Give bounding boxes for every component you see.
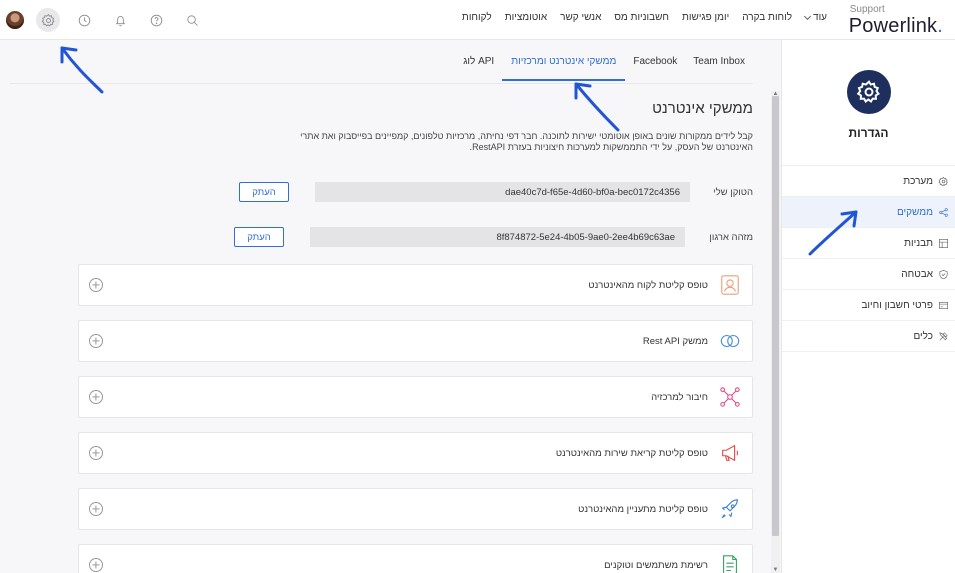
sidebar-item-label: אבטחה xyxy=(901,268,933,280)
card-content: ממשק Rest API xyxy=(643,329,742,353)
tab-api-log[interactable]: לוג API xyxy=(455,48,502,81)
nav-item-automations[interactable]: אוטומציות xyxy=(505,12,547,23)
card-label: טופס קליטת לקוח מהאינטרנט xyxy=(588,279,708,291)
api-link-icon xyxy=(718,329,742,353)
tab-facebook[interactable]: Facebook xyxy=(625,48,685,81)
card-label: טופס קליטת מתעניין מהאינטרנט xyxy=(578,503,708,515)
shield-icon xyxy=(939,269,948,279)
org-id-value[interactable]: 8f874872-5e24-4b05-9ae0-2ee4b69c63ae xyxy=(310,227,685,247)
card-service-form[interactable]: טופס קליטת קריאת שירות מהאינטרנט xyxy=(78,432,753,474)
top-bar: לקוחות אוטומציות אנשי קשר חשבוניות מס יו… xyxy=(0,0,955,40)
top-icons xyxy=(6,8,204,32)
plus-circle-icon[interactable] xyxy=(89,278,103,292)
sidebar-item-label: תבניות xyxy=(904,237,933,249)
brand-logo[interactable]: Support Powerlink. xyxy=(849,4,943,37)
sidebar-item-templates[interactable]: תבניות xyxy=(782,228,955,259)
plus-circle-icon[interactable] xyxy=(89,334,103,348)
tab-team-inbox[interactable]: Team Inbox xyxy=(685,48,753,81)
main-content: Team Inbox Facebook ממשקי אינטרנט ומרכזי… xyxy=(0,40,781,573)
gear-icon xyxy=(938,176,948,186)
sidebar-item-tools[interactable]: כלים xyxy=(782,321,955,352)
card-content: רשימת משתמשים וטוקנים xyxy=(604,553,742,573)
card-content: חיבור למרכזיה xyxy=(651,385,742,409)
settings-gear-icon xyxy=(846,70,891,114)
plus-circle-icon[interactable] xyxy=(89,558,103,572)
section-title: ממשקי אינטרנט xyxy=(652,100,753,117)
logo-dot: . xyxy=(937,15,943,37)
copy-org-id-button[interactable]: העתק xyxy=(234,227,284,247)
card-label: חיבור למרכזיה xyxy=(651,391,708,403)
plus-circle-icon[interactable] xyxy=(89,502,103,516)
network-hub-icon xyxy=(718,385,742,409)
megaphone-icon xyxy=(718,441,742,465)
tabs: Team Inbox Facebook ממשקי אינטרנט ומרכזי… xyxy=(455,48,753,81)
bell-icon[interactable] xyxy=(108,8,132,32)
logo-name: Powerlink xyxy=(848,15,938,37)
nav-item-customers[interactable]: לקוחות xyxy=(462,12,492,23)
plus-circle-icon[interactable] xyxy=(89,390,103,404)
help-icon[interactable] xyxy=(144,8,168,32)
card-label: רשימת משתמשים וטוקנים xyxy=(604,559,708,571)
card-customer-form[interactable]: טופס קליטת לקוח מהאינטרנט xyxy=(78,264,753,306)
sidebar-item-label: מערכת xyxy=(903,175,933,187)
tab-web-interfaces[interactable]: ממשקי אינטרנט ומרכזיות xyxy=(502,48,626,81)
sidebar-item-billing[interactable]: פרטי חשבון וחיוב xyxy=(782,290,955,321)
token-value[interactable]: dae40c7d-f65e-4d60-bf0a-bec0172c4356 xyxy=(315,182,690,202)
nav-item-calendar[interactable]: יומן פגישות xyxy=(682,12,729,23)
tabs-divider xyxy=(10,83,753,84)
section-description: קבל לידים ממקורות שונים באופן אוטומטי יש… xyxy=(300,131,753,152)
chevron-down-icon xyxy=(803,12,812,20)
org-id-row: מזהה ארגון 8f874872-5e24-4b05-9ae0-2ee4b… xyxy=(234,227,753,247)
nav-item-more[interactable]: עוד xyxy=(803,12,827,23)
card-rest-api[interactable]: ממשק Rest API xyxy=(78,320,753,362)
nav-item-dashboards[interactable]: לוחות בקרה xyxy=(742,12,792,23)
sidebar-item-security[interactable]: אבטחה xyxy=(782,259,955,290)
token-label: הטוקן שלי xyxy=(713,186,753,198)
rocket-icon xyxy=(718,497,742,521)
avatar[interactable] xyxy=(6,11,24,29)
sidebar-item-system[interactable]: מערכת xyxy=(782,166,955,197)
list-doc-icon xyxy=(718,553,742,573)
tools-icon xyxy=(939,331,948,340)
card-users-tokens[interactable]: רשימת משתמשים וטוקנים xyxy=(78,544,753,573)
main-nav: לקוחות אוטומציות אנשי קשר חשבוניות מס יו… xyxy=(462,12,827,23)
sidebar-list: מערכת ממשקים תבניות אבטחה פרטי חשבון וחי… xyxy=(782,165,955,352)
logo-wordmark: Powerlink. xyxy=(849,15,943,37)
sidebar-item-label: ממשקים xyxy=(896,206,933,218)
layout-icon xyxy=(939,238,948,248)
scroll-thumb[interactable] xyxy=(772,96,779,536)
sidebar-item-label: פרטי חשבון וחיוב xyxy=(861,299,933,311)
nav-more-label: עוד xyxy=(813,12,827,23)
card-content: טופס קליטת לקוח מהאינטרנט xyxy=(588,273,742,297)
sidebar-item-interfaces[interactable]: ממשקים xyxy=(782,197,955,228)
settings-sidebar: הגדרות מערכת ממשקים תבניות אבטחה פרטי חש… xyxy=(781,40,955,573)
scroll-down-icon[interactable]: ▼ xyxy=(772,567,779,573)
card-pbx[interactable]: חיבור למרכזיה xyxy=(78,376,753,418)
card-lead-form[interactable]: טופס קליטת מתעניין מהאינטרנט xyxy=(78,488,753,530)
copy-token-button[interactable]: העתק xyxy=(239,182,289,202)
customer-form-icon xyxy=(718,273,742,297)
sidebar-header: הגדרות xyxy=(782,40,955,140)
card-content: טופס קליטת קריאת שירות מהאינטרנט xyxy=(556,441,742,465)
sidebar-item-label: כלים xyxy=(913,330,933,342)
org-id-label: מזהה ארגון xyxy=(709,231,753,243)
card-label: טופס קליטת קריאת שירות מהאינטרנט xyxy=(555,447,708,459)
share-icon xyxy=(939,207,948,217)
card-icon xyxy=(939,301,948,309)
sidebar-title: הגדרות xyxy=(848,126,889,140)
token-row: הטוקן שלי dae40c7d-f65e-4d60-bf0a-bec017… xyxy=(239,182,753,202)
nav-item-contacts[interactable]: אנשי קשר xyxy=(560,12,601,23)
search-icon[interactable] xyxy=(180,8,204,32)
scrollbar[interactable]: ▲ ▼ xyxy=(771,91,780,573)
settings-icon[interactable] xyxy=(36,8,60,32)
nav-item-invoices[interactable]: חשבוניות מס xyxy=(614,12,669,23)
plus-circle-icon[interactable] xyxy=(89,446,103,460)
card-content: טופס קליטת מתעניין מהאינטרנט xyxy=(578,497,742,521)
logo-support: Support xyxy=(849,4,885,15)
card-label: ממשק Rest API xyxy=(642,335,708,347)
history-icon[interactable] xyxy=(72,8,96,32)
